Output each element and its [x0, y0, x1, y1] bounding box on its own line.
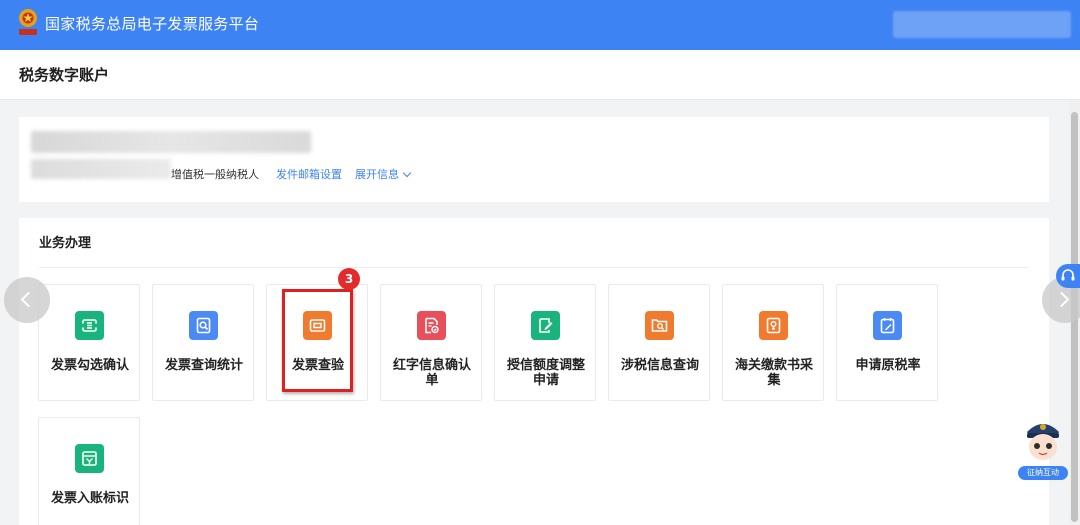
tile-label: 申请原税率 — [855, 358, 921, 373]
chevron-left-icon — [20, 291, 37, 308]
tile-customs-collect[interactable]: 海关缴款书采集 — [722, 284, 824, 401]
tile-invoice-ledger-mark[interactable]: 发票入账标识 — [38, 417, 140, 525]
tax-rate-edit-icon — [873, 311, 902, 340]
invoice-ledger-icon — [75, 444, 104, 473]
tile-label: 发票入账标识 — [50, 491, 129, 506]
tile-label: 涉税信息查询 — [620, 358, 699, 373]
chevron-down-icon — [402, 168, 412, 178]
tile-label: 红字信息确认单 — [392, 358, 471, 388]
tile-invoice-check-confirm[interactable]: 发票勾选确认 — [38, 284, 140, 401]
credit-edit-icon — [531, 311, 560, 340]
red-letter-doc-icon — [417, 311, 446, 340]
section-title: 业务办理 — [39, 236, 92, 251]
highlight-box — [282, 289, 353, 392]
account-info-card: 增值税一般纳税人 发件邮箱设置 展开信息 — [19, 117, 1049, 202]
taxpayer-type: 增值税一般纳税人 — [171, 168, 259, 181]
customs-doc-icon — [759, 311, 788, 340]
tile-original-tax-rate[interactable]: 申请原税率 — [836, 284, 938, 401]
section-divider — [39, 267, 1029, 268]
invoice-check-icon — [75, 311, 104, 340]
page-title: 税务数字账户 — [19, 66, 110, 84]
tile-label: 海关缴款书采集 — [734, 358, 813, 388]
step-number-badge: 3 — [338, 268, 360, 290]
top-bar: 国家税务总局电子发票服务平台 — [0, 0, 1080, 50]
customer-service-button[interactable] — [1056, 264, 1080, 288]
chevron-right-icon — [1053, 291, 1070, 308]
email-settings-link[interactable]: 发件邮箱设置 — [276, 167, 342, 183]
tile-label: 授信额度调整申请 — [506, 358, 585, 388]
tax-emblem-logo — [19, 9, 37, 35]
tile-tax-info-query[interactable]: 涉税信息查询 — [608, 284, 710, 401]
headset-icon — [1061, 269, 1075, 281]
tile-credit-adjust[interactable]: 授信额度调整申请 — [494, 284, 596, 401]
tile-invoice-query-stats[interactable]: 发票查询统计 — [152, 284, 254, 401]
assistant-tag[interactable]: 征纳互动 — [1018, 466, 1068, 480]
tile-red-letter-confirm[interactable]: 红字信息确认单 — [380, 284, 482, 401]
tile-label: 发票勾选确认 — [50, 358, 129, 373]
user-info-area[interactable] — [893, 11, 1071, 38]
tile-label: 发票查询统计 — [164, 358, 243, 373]
tax-id-redacted — [31, 159, 171, 179]
tax-info-search-icon — [645, 311, 674, 340]
expand-info-label: 展开信息 — [355, 168, 399, 181]
page-header: 税务数字账户 — [0, 50, 1080, 100]
app-title: 国家税务总局电子发票服务平台 — [45, 15, 260, 33]
company-name-redacted — [31, 131, 311, 153]
expand-info-link[interactable]: 展开信息 — [355, 167, 412, 183]
carousel-prev-button[interactable] — [4, 277, 50, 323]
invoice-search-icon — [189, 311, 218, 340]
